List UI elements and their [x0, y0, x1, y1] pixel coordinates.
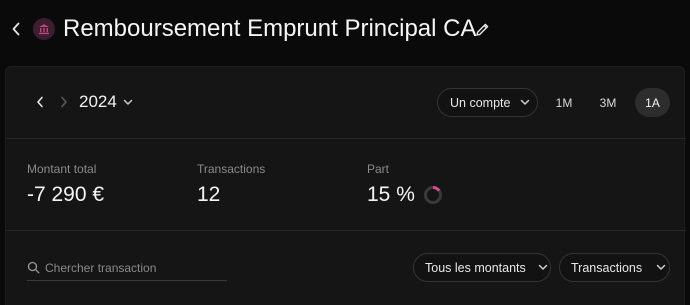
chevron-down-icon — [521, 99, 530, 105]
chevron-right-icon — [61, 96, 67, 108]
account-dropdown-label: Un compte — [450, 95, 511, 110]
top-bar: Remboursement Emprunt Principal CA — [0, 0, 690, 60]
stat-total-amount: Montant total -7 290 € — [27, 161, 104, 209]
stat-transactions: Transactions 12 — [197, 161, 265, 209]
account-dropdown[interactable]: Un compte — [437, 88, 538, 117]
period-1a-button[interactable]: 1A — [635, 88, 670, 117]
stat-share: Part 15 % — [367, 161, 443, 209]
transaction-type-label: Transactions — [571, 260, 643, 275]
amount-filter-dropdown[interactable]: Tous les montants — [413, 253, 551, 282]
divider — [6, 230, 686, 231]
chevron-down-icon — [538, 264, 547, 270]
next-year-button[interactable] — [56, 92, 72, 112]
detail-card: 2024 Un compte 1M 3M 1A Montant total -7… — [5, 66, 686, 305]
edit-title-button[interactable] — [473, 20, 491, 38]
previous-year-button[interactable] — [32, 92, 48, 112]
search-icon — [27, 261, 40, 274]
year-dropdown[interactable]: 2024 — [79, 89, 133, 115]
page-title: Remboursement Emprunt Principal CA — [63, 15, 477, 42]
amount-filter-label: Tous les montants — [425, 260, 526, 275]
pencil-icon — [475, 23, 488, 36]
category-avatar — [33, 18, 55, 40]
divider — [6, 138, 686, 139]
chevron-down-icon — [123, 99, 133, 105]
stat-value: -7 290 € — [27, 183, 105, 206]
bank-icon — [39, 24, 49, 35]
chevron-down-icon — [656, 264, 666, 270]
back-button[interactable] — [8, 18, 24, 40]
search-box — [27, 255, 227, 281]
share-ring-icon — [423, 186, 442, 204]
stat-value: 12 — [197, 183, 221, 206]
period-3m-button[interactable]: 3M — [593, 88, 623, 117]
transaction-type-dropdown[interactable]: Transactions — [559, 253, 670, 282]
period-1m-button[interactable]: 1M — [549, 88, 579, 117]
stat-label: Transactions — [197, 162, 266, 176]
stat-label: Montant total — [27, 162, 97, 176]
chevron-left-icon — [37, 96, 43, 108]
stat-value: 15 % — [367, 183, 415, 206]
search-input[interactable] — [45, 260, 215, 275]
year-label: 2024 — [79, 92, 117, 111]
stat-label: Part — [367, 162, 390, 176]
chevron-left-icon — [12, 22, 20, 36]
